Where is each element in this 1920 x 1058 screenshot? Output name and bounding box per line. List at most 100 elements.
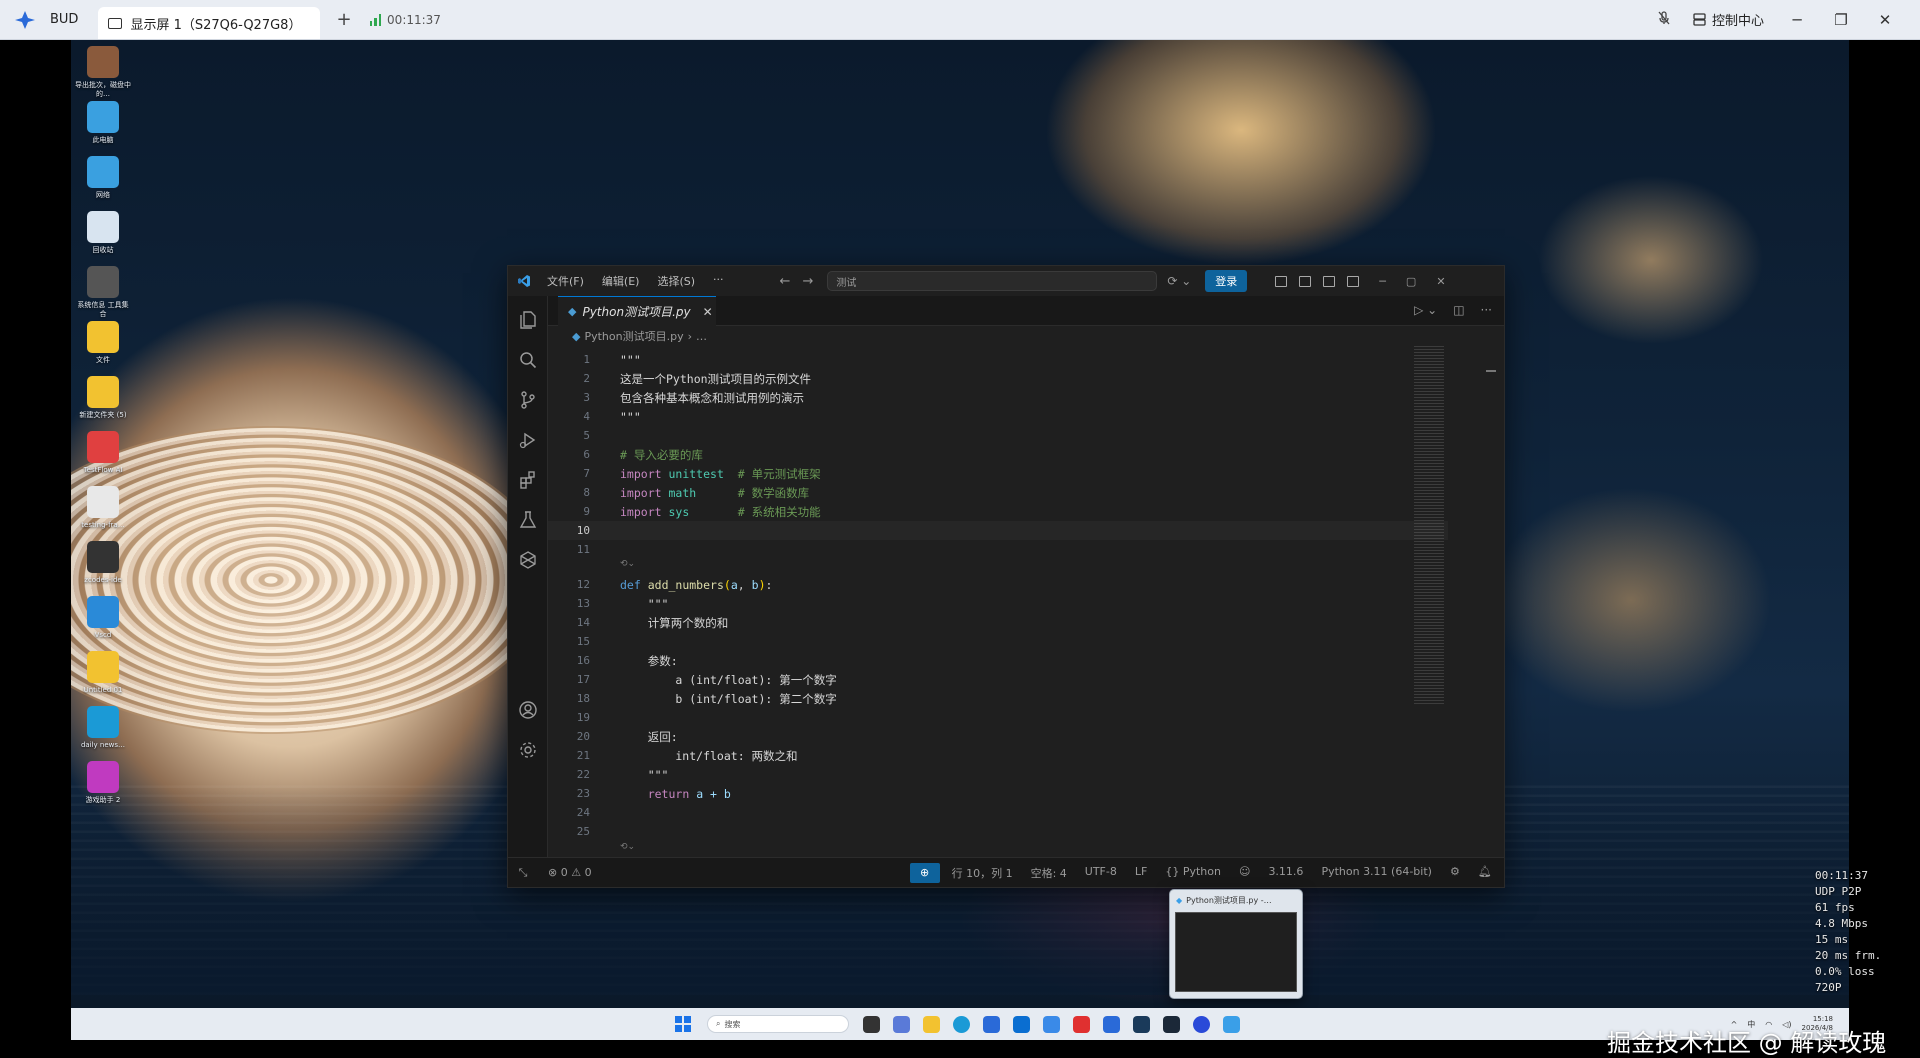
python-interpreter[interactable]: Python 3.11 (64-bit) [1321,865,1432,881]
testing-flask-icon[interactable] [518,510,538,530]
line-number: 20 [576,730,590,743]
remote-taskbar: ⌕ 搜索 ^ 中 ◠ ◁) 15:18 2026/4/8 [71,1008,1849,1040]
breadcrumb-python-icon: ◆ [572,329,581,343]
code-line: 6 # 导入必要的库 [548,445,1448,464]
control-center-button[interactable]: 控制中心 [1693,10,1764,29]
scroll-indicator[interactable] [1486,370,1496,372]
close-button[interactable]: ✕ [1874,11,1896,29]
extensions-icon[interactable] [518,470,538,490]
desktop-icon[interactable]: 回收站 [75,211,131,255]
menu-more[interactable]: ··· [713,273,724,289]
tab-display-1[interactable]: 显示屏 1（S27Q6-Q27G8） [98,7,321,39]
back-arrow-icon[interactable]: ← [780,274,791,289]
menu-edit[interactable]: 编辑(E) [602,273,640,289]
task-view-icon[interactable] [863,1015,880,1033]
browser-icon[interactable] [1193,1015,1210,1033]
vscode-close-button[interactable]: ✕ [1436,275,1445,288]
desktop-icon[interactable]: 游戏助手 2 [75,761,131,805]
terminal-icon[interactable] [1133,1015,1150,1033]
desktop-icon[interactable]: TestFlow AI [75,431,131,475]
explorer-icon[interactable] [518,310,538,330]
problems-indicator[interactable]: ⊗ 0 ⚠ 0 [548,866,592,879]
source-control-icon[interactable] [518,390,538,410]
vscode-window[interactable]: 文件(F) 编辑(E) 选择(S) ··· ← → 测试 ⟳ ⌄ 登录 ─ ▢ [507,265,1505,888]
desktop-icon[interactable]: zcodes-ide [75,541,131,585]
restore-button[interactable]: ❐ [1830,11,1852,29]
notifications-bell-icon[interactable]: 🔔︎ [1478,865,1492,881]
outlook-icon[interactable] [1013,1015,1030,1033]
bud-taskbar-icon[interactable] [1103,1015,1120,1033]
desktop-icon[interactable]: 系统信息 工具集合 [75,266,131,319]
taskbar-thumbnail-preview[interactable]: ◆ Python测试项目.py -… [1169,889,1303,999]
desktop-icon[interactable]: 文件 [75,321,131,365]
todo-icon[interactable] [1043,1015,1060,1033]
remote-view[interactable]: 导出批次，磁盘中的… 此电脑网络回收站系统信息 工具集合 文件新建文件夹 (5) Te… [0,40,1920,1057]
minimize-button[interactable]: ─ [1786,11,1808,29]
store-icon[interactable] [983,1015,1000,1033]
line-number: 12 [576,578,590,591]
app-name: BUD [50,12,79,27]
desktop-icon[interactable]: 此电脑 [75,101,131,145]
language-mode[interactable]: {} Python [1165,865,1221,881]
desktop-icon[interactable]: daily news… [75,706,131,750]
tab-close-icon[interactable]: ✕ [703,305,713,319]
cursor-position[interactable]: 行 10，列 1 [952,865,1013,881]
code-lens-icon[interactable]: ⟲⌄ [620,842,635,856]
more-actions-icon[interactable]: ··· [1481,303,1492,317]
split-editor-icon[interactable]: ◫ [1453,303,1464,317]
copilot-icon[interactable]: ☺ [1239,865,1250,881]
remote-status-icon[interactable]: ⚙ [1450,865,1460,881]
tab-python-file[interactable]: ◆ Python测试项目.py ✕ [558,296,716,326]
minimap[interactable] [1414,346,1444,706]
settings-gear-icon[interactable] [518,740,538,760]
account-icon[interactable] [518,700,538,720]
start-windows-icon[interactable] [675,1016,691,1032]
mic-muted-icon[interactable] [1657,10,1671,29]
new-tab-button[interactable]: + [336,9,351,30]
tab-title: 显示屏 1（S27Q6-Q27G8） [130,17,302,33]
toggle-secondary-sidebar-icon[interactable] [1347,275,1360,287]
run-python-file-icon[interactable]: ▷ ⌄ [1414,303,1437,317]
forward-arrow-icon[interactable]: → [802,274,813,289]
line-number: 5 [583,429,590,442]
docstring: a (int/float): 第一个数字 [620,672,837,687]
sync-icon[interactable]: ⟳ ⌄ [1167,274,1191,288]
indentation[interactable]: 空格: 4 [1031,865,1067,881]
breadcrumb-file[interactable]: Python测试项目.py [584,328,683,344]
desktop-icon[interactable]: 新建文件夹 (5) [75,376,131,420]
code-editor[interactable]: 1 """ 2 这是一个Python测试项目的示例文件 3 包含各种基本概念和测试用例的演… [548,346,1504,857]
search-icon[interactable] [518,350,538,370]
breadcrumb-symbols[interactable]: … [696,330,707,343]
layout-customize-icon[interactable] [1275,275,1288,287]
desktop-icon[interactable]: Untitled 01 [75,651,131,695]
toggle-panel-icon[interactable] [1323,275,1336,287]
desktop-icon[interactable]: testing-fra… [75,486,131,530]
command-center-input[interactable]: 测试 [827,271,1158,291]
desktop-icon[interactable]: Vscd [75,596,131,640]
file-explorer-icon[interactable] [923,1015,940,1033]
steam-icon[interactable] [1163,1015,1180,1033]
vscode-taskbar-icon[interactable] [1223,1015,1240,1033]
widgets-icon[interactable] [893,1015,910,1033]
login-button[interactable]: 登录 [1205,270,1248,292]
menu-file[interactable]: 文件(F) [547,273,584,289]
taskbar-search-input[interactable]: ⌕ 搜索 [707,1015,849,1033]
python-version[interactable]: 3.11.6 [1268,865,1303,881]
wps-icon[interactable] [1073,1015,1090,1033]
zoom-icon[interactable]: ⊕ [909,862,940,883]
run-debug-icon[interactable] [518,430,538,450]
toggle-sidebar-icon[interactable] [1299,275,1312,287]
edge-icon[interactable] [953,1015,970,1033]
desktop-icon[interactable]: 导出批次，磁盘中的… [75,46,131,99]
remote-indicator-icon[interactable]: ⤡ [508,866,538,880]
code-line: 9 import sys # 系统相关功能 [548,502,1448,521]
vscode-minimize-button[interactable]: ─ [1379,275,1386,288]
code-lens-icon[interactable]: ⟲⌄ [620,559,635,573]
encoding[interactable]: UTF-8 [1085,865,1117,881]
desktop-icon[interactable]: 网络 [75,156,131,200]
end-of-line[interactable]: LF [1135,865,1147,881]
remote-explorer-icon[interactable] [518,550,538,570]
menu-selection[interactable]: 选择(S) [657,273,695,289]
vscode-maximize-button[interactable]: ▢ [1406,275,1416,288]
line-code: 返回: [620,729,678,745]
